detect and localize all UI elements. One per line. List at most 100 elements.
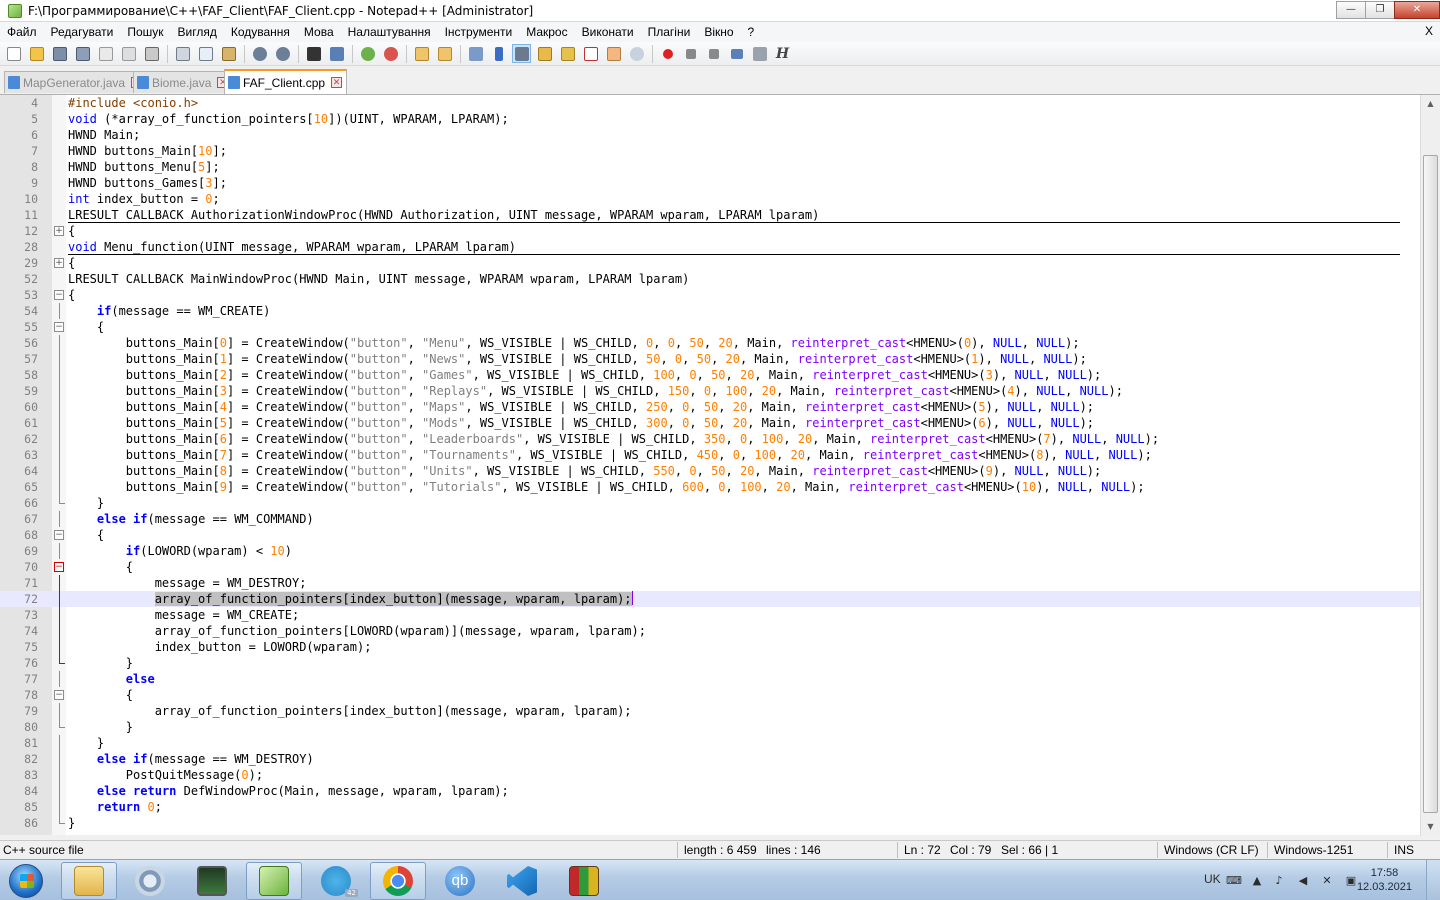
monitoring-button[interactable] xyxy=(627,44,646,63)
code-line[interactable]: 52 LRESULT CALLBACK MainWindowProc(HWND M… xyxy=(0,271,1420,287)
doc-map-button[interactable] xyxy=(558,44,577,63)
minimize-button[interactable]: — xyxy=(1336,1,1366,19)
code-line[interactable]: 58 buttons_Main[2] = CreateWindow("butto… xyxy=(0,367,1420,383)
show-desktop-button[interactable] xyxy=(1426,860,1440,900)
code-line[interactable]: 64 buttons_Main[8] = CreateWindow("butto… xyxy=(0,463,1420,479)
status-eol[interactable]: Windows (CR LF) xyxy=(1164,843,1259,857)
replace-button[interactable] xyxy=(327,44,346,63)
code-line[interactable]: 6 HWND Main; xyxy=(0,127,1420,143)
word-wrap-button[interactable] xyxy=(466,44,485,63)
vertical-scrollbar[interactable]: ▲ ▼ xyxy=(1420,95,1440,836)
tab-mapgenerator-java[interactable]: MapGenerator.java ✕ xyxy=(4,71,148,93)
code-line[interactable]: 79 array_of_function_pointers[index_butt… xyxy=(0,703,1420,719)
code-line[interactable]: 73 message = WM_CREATE; xyxy=(0,607,1420,623)
input-language[interactable]: UK xyxy=(1204,872,1221,886)
show-hidden-icons-icon[interactable]: ▲ xyxy=(1250,874,1264,888)
scroll-up-arrow[interactable]: ▲ xyxy=(1421,95,1440,113)
code-line[interactable]: 60 buttons_Main[4] = CreateWindow("butto… xyxy=(0,399,1420,415)
code-line[interactable]: 8 HWND buttons_Menu[5]; xyxy=(0,159,1420,175)
code-line[interactable]: 69 if(LOWORD(wparam) < 10) xyxy=(0,543,1420,559)
code-line[interactable]: 66 } xyxy=(0,495,1420,511)
keyboard-icon[interactable]: ⌨ xyxy=(1226,874,1242,888)
code-line[interactable]: 10 int index_button = 0; xyxy=(0,191,1420,207)
menu-edit[interactable]: Редагувати xyxy=(44,25,121,39)
copy-button[interactable] xyxy=(196,44,215,63)
menu-settings[interactable]: Налаштування xyxy=(341,25,438,39)
cut-button[interactable] xyxy=(173,44,192,63)
code-line[interactable]: 71 message = WM_DESTROY; xyxy=(0,575,1420,591)
volume-icon[interactable]: ♪ xyxy=(1272,874,1286,888)
new-file-button[interactable] xyxy=(4,44,23,63)
open-file-button[interactable] xyxy=(27,44,46,63)
code-line[interactable]: 77 else xyxy=(0,671,1420,687)
fold-toggle-icon[interactable]: + xyxy=(54,226,64,236)
code-line[interactable]: 65 buttons_Main[9] = CreateWindow("butto… xyxy=(0,479,1420,495)
stop-record-button[interactable] xyxy=(681,44,700,63)
clock[interactable]: 17:58 12.03.2021 xyxy=(1357,866,1412,894)
display-icon[interactable]: ▣ xyxy=(1344,874,1358,888)
indent-guide-button[interactable] xyxy=(512,44,531,63)
play-macro-button[interactable] xyxy=(704,44,723,63)
code-line[interactable]: 76 } xyxy=(0,655,1420,671)
taskbar-qbittorrent[interactable]: qb xyxy=(432,862,488,900)
code-line[interactable]: 67 else if(message == WM_COMMAND) xyxy=(0,511,1420,527)
menu-view[interactable]: Вигляд xyxy=(171,25,224,39)
folder-workspace-button[interactable] xyxy=(604,44,623,63)
redo-button[interactable] xyxy=(273,44,292,63)
code-line[interactable]: 5 void (*array_of_function_pointers[10])(… xyxy=(0,111,1420,127)
code-line[interactable]: 84 else return DefWindowProc(Main, messa… xyxy=(0,783,1420,799)
status-insert-mode[interactable]: INS xyxy=(1394,843,1414,857)
menu-file[interactable]: Файл xyxy=(0,25,44,39)
menu-plugins[interactable]: Плагіни xyxy=(641,25,698,39)
tab-close-icon[interactable]: ✕ xyxy=(331,77,343,88)
record-macro-button[interactable] xyxy=(658,44,677,63)
taskbar-task-manager[interactable] xyxy=(184,862,240,900)
tab-biome-java[interactable]: Biome.java ✕ xyxy=(133,71,234,93)
show-all-chars-button[interactable] xyxy=(489,44,508,63)
taskbar-explorer[interactable] xyxy=(61,862,117,900)
undo-button[interactable] xyxy=(250,44,269,63)
code-line[interactable]: 81 } xyxy=(0,735,1420,751)
save-all-button[interactable] xyxy=(73,44,92,63)
close-window-button[interactable]: ✕ xyxy=(1394,1,1440,19)
code-line[interactable]: 4 #include <conio.h> xyxy=(0,95,1420,111)
code-line[interactable]: 62 buttons_Main[6] = CreateWindow("butto… xyxy=(0,431,1420,447)
fold-toggle-icon[interactable]: − xyxy=(54,690,64,700)
scroll-down-arrow[interactable]: ▼ xyxy=(1421,818,1440,836)
hash-button[interactable]: H xyxy=(773,44,792,63)
taskbar-vscode[interactable] xyxy=(494,862,550,900)
taskbar-winrar[interactable] xyxy=(556,862,612,900)
code-line[interactable]: 82 else if(message == WM_DESTROY) xyxy=(0,751,1420,767)
code-line[interactable]: 68 − { xyxy=(0,527,1420,543)
code-line[interactable]: 83 PostQuitMessage(0); xyxy=(0,767,1420,783)
scroll-thumb[interactable] xyxy=(1423,155,1438,813)
fold-toggle-icon[interactable]: − xyxy=(54,530,64,540)
code-line[interactable]: 7 HWND buttons_Main[10]; xyxy=(0,143,1420,159)
code-line[interactable]: 28 void Menu_function(UINT message, WPARA… xyxy=(0,239,1420,255)
code-line[interactable]: 80 } xyxy=(0,719,1420,735)
close-file-button[interactable] xyxy=(96,44,115,63)
tab-faf-client-cpp[interactable]: FAF_Client.cpp ✕ xyxy=(224,69,348,94)
code-line[interactable]: 29 + { xyxy=(0,255,1420,271)
udl-button[interactable] xyxy=(535,44,554,63)
fold-toggle-icon[interactable]: − xyxy=(54,562,64,572)
close-document-button[interactable]: X xyxy=(1425,24,1433,38)
code-line[interactable]: 55 − { xyxy=(0,319,1420,335)
zoom-out-button[interactable] xyxy=(381,44,400,63)
close-all-button[interactable] xyxy=(119,44,138,63)
code-line[interactable]: 53 −{ xyxy=(0,287,1420,303)
menu-search[interactable]: Пошук xyxy=(120,25,170,39)
run-macro-multiple-button[interactable] xyxy=(727,44,746,63)
code-line[interactable]: 78 − { xyxy=(0,687,1420,703)
code-line[interactable]: 86} xyxy=(0,815,1420,831)
code-line[interactable]: 75 index_button = LOWORD(wparam); xyxy=(0,639,1420,655)
code-line[interactable]: 11 LRESULT CALLBACK AuthorizationWindowPr… xyxy=(0,207,1420,223)
status-encoding[interactable]: Windows-1251 xyxy=(1274,843,1353,857)
code-line[interactable]: 70 − { xyxy=(0,559,1420,575)
code-line[interactable]: 85 return 0; xyxy=(0,799,1420,815)
code-line[interactable]: 63 buttons_Main[7] = CreateWindow("butto… xyxy=(0,447,1420,463)
taskbar-control-panel[interactable] xyxy=(122,862,178,900)
code-line[interactable]: 56 buttons_Main[0] = CreateWindow("butto… xyxy=(0,335,1420,351)
code-editor[interactable]: 4 #include <conio.h> 5 void (*array_of_func… xyxy=(0,94,1440,836)
sync-vertical-button[interactable] xyxy=(412,44,431,63)
